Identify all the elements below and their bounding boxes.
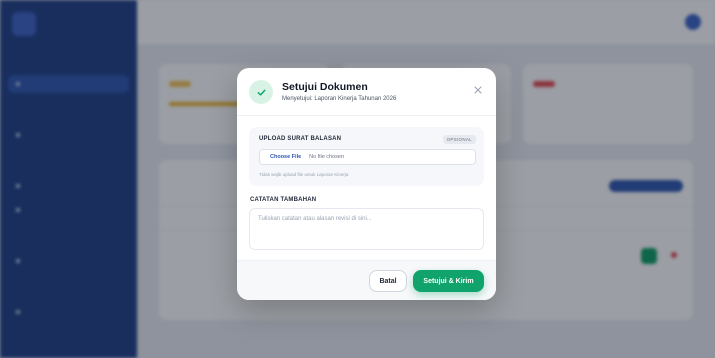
modal-title: Setujui Dokumen bbox=[282, 81, 368, 93]
modal-footer: Batal Setujui & Kirim bbox=[237, 260, 496, 300]
modal-header: Setujui Dokumen Menyetujui: Laporan Kine… bbox=[237, 68, 496, 116]
check-icon bbox=[249, 80, 273, 104]
notes-label: CATATAN TAMBAHAN bbox=[250, 197, 317, 203]
notes-textarea[interactable] bbox=[249, 208, 484, 250]
file-status: No file chosen bbox=[309, 154, 345, 160]
choose-file-button[interactable]: Choose File bbox=[260, 154, 309, 160]
approve-submit-button[interactable]: Setujui & Kirim bbox=[413, 270, 484, 292]
file-input[interactable]: Choose File No file chosen bbox=[259, 149, 476, 165]
cancel-button[interactable]: Batal bbox=[369, 270, 407, 292]
optional-badge: OPSIONAL bbox=[442, 135, 476, 144]
upload-section: UPLOAD SURAT BALASAN OPSIONAL Choose Fil… bbox=[249, 127, 484, 186]
approve-document-modal: Setujui Dokumen Menyetujui: Laporan Kine… bbox=[237, 68, 496, 300]
upload-label: UPLOAD SURAT BALASAN bbox=[259, 136, 342, 142]
upload-hint: Tidak wajib upload file untuk Laporan Ki… bbox=[259, 172, 349, 177]
modal-subtitle: Menyetujui: Laporan Kinerja Tahunan 2026 bbox=[282, 96, 397, 102]
close-icon[interactable] bbox=[472, 84, 484, 96]
